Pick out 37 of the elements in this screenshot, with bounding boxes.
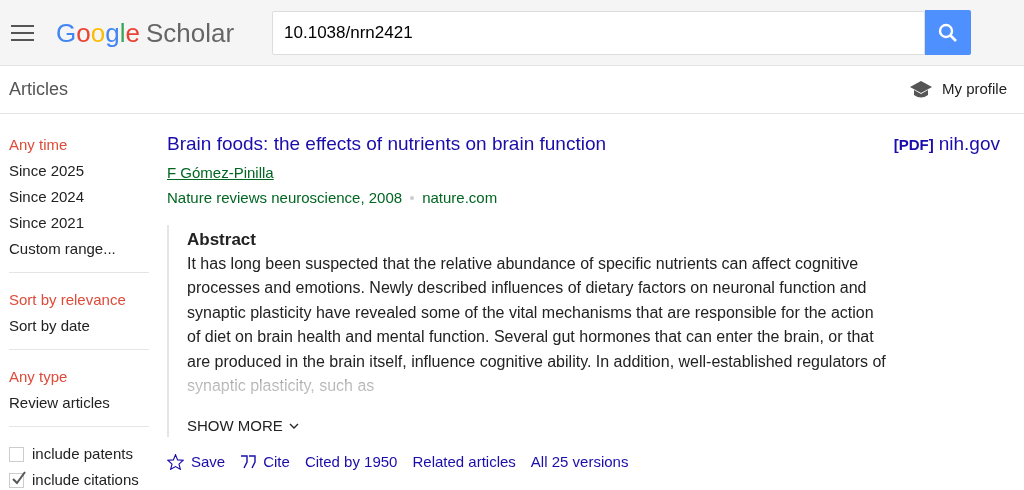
source-text: nature.com [422, 188, 498, 208]
checkbox-label: include citations [32, 469, 139, 490]
logo[interactable]: Google Scholar [56, 19, 235, 46]
section-title: Articles [9, 78, 68, 101]
filter-link[interactable]: Sort by relevance [9, 287, 149, 313]
result-title-link[interactable]: Brain foods: the effects of nutrients on brain function [167, 130, 607, 159]
checkbox[interactable] [9, 446, 24, 462]
filter-link[interactable]: Review articles [9, 390, 149, 416]
filter-link[interactable]: Any time [9, 132, 149, 158]
quote-icon [240, 455, 257, 470]
graduation-cap-icon [909, 80, 932, 99]
star-icon [167, 454, 184, 471]
filter-link[interactable]: Since 2025 [9, 158, 149, 184]
abstract-text: It has long been suspected that the relative abundance of specific nutrients can affect cognitive processes and emotions. Newly described influences of dietary factors on neuronal function and synaptic plasticity have revealed some of the vital mechanisms that are responsible for the action of diet on brain health and mental function. Several gut hormones that can enter the brain, or that are produced in the brain itself, influence cognitive ability. In addition, well-established regulators of synaptic plasticity, such as [187, 253, 887, 396]
venue-text: Nature reviews neuroscience, 2008 [167, 188, 403, 208]
abstract-heading: Abstract [187, 228, 257, 251]
show-more-button[interactable]: SHOW MORE [187, 414, 299, 437]
result-link[interactable]: Related articles [412, 451, 516, 474]
result-link[interactable]: All 25 versions [530, 451, 629, 474]
result-link[interactable]: Cited by 1950 [304, 451, 398, 474]
search-button[interactable] [925, 10, 972, 55]
author-link[interactable]: F Gómez-Pinilla [167, 161, 1000, 184]
filter-link[interactable]: Sort by date [9, 313, 149, 339]
filter-link[interactable]: Custom range... [9, 236, 149, 262]
filter-link[interactable]: Any type [9, 364, 149, 390]
pdf-link[interactable]: [PDF] nih.gov [893, 130, 1000, 159]
chevron-down-icon [288, 422, 299, 429]
filter-link[interactable]: Since 2024 [9, 184, 149, 210]
filter-link[interactable]: Since 2021 [9, 210, 149, 236]
save-link[interactable]: Save [167, 451, 226, 474]
my-profile-link[interactable]: My profile [941, 78, 1007, 101]
cite-link[interactable]: Cite [240, 451, 290, 474]
menu-icon[interactable] [11, 24, 34, 41]
search-field[interactable]: 10.1038/nrn2421 [272, 10, 926, 55]
checkbox-label: include patents [32, 443, 133, 464]
search-icon [938, 22, 959, 43]
checkbox[interactable] [9, 472, 24, 488]
